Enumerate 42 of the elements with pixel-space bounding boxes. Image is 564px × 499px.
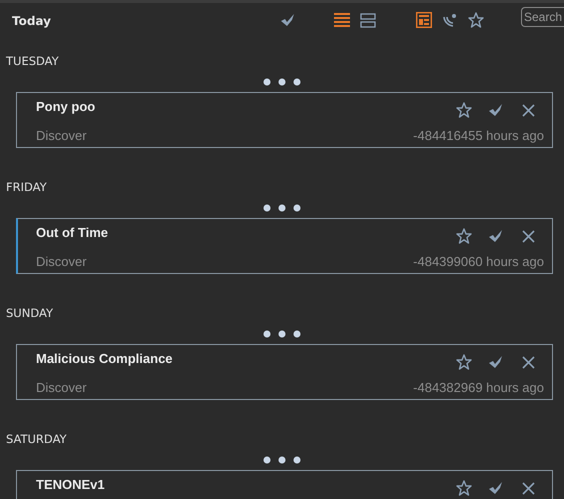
close-icon[interactable] [522, 104, 534, 116]
entry-age: -484399060 hours ago [413, 254, 544, 269]
entry-card[interactable]: Pony poo Discover -484416455 hours ago [16, 92, 553, 148]
close-icon[interactable] [522, 356, 534, 368]
day-heading: SUNDAY [6, 306, 53, 320]
more-icon[interactable] [263, 78, 301, 86]
entry-card[interactable]: TENONEv1 [16, 470, 553, 499]
list-view-icon[interactable] [334, 12, 350, 28]
entry-source: Discover [36, 380, 87, 395]
entry-title[interactable]: Pony poo [36, 99, 96, 115]
entry-card[interactable]: Out of Time Discover -484399060 hours ago [16, 218, 553, 274]
entry-title[interactable]: TENONEv1 [36, 477, 105, 493]
day-heading: SATURDAY [6, 432, 67, 446]
check-icon[interactable] [488, 355, 504, 369]
day-heading: FRIDAY [6, 180, 47, 194]
check-icon[interactable] [280, 13, 296, 27]
entry-card[interactable]: Malicious Compliance Discover -484382969 hours ago [16, 344, 553, 400]
search-field[interactable]: Search [521, 7, 564, 27]
entry-age: -484416455 hours ago [413, 128, 544, 143]
star-icon[interactable] [456, 480, 472, 496]
more-icon[interactable] [263, 330, 301, 338]
entry-title[interactable]: Malicious Compliance [36, 351, 173, 367]
more-icon[interactable] [263, 456, 301, 464]
split-view-icon[interactable] [360, 12, 376, 28]
star-icon[interactable] [456, 228, 472, 244]
star-icon[interactable] [456, 102, 472, 118]
star-icon[interactable] [456, 354, 472, 370]
view-title: Today [12, 14, 51, 28]
entry-source: Discover [36, 254, 87, 269]
close-icon[interactable] [522, 230, 534, 242]
star-icon[interactable] [468, 12, 484, 28]
entry-source: Discover [36, 128, 87, 143]
day-heading: TUESDAY [6, 54, 59, 68]
more-icon[interactable] [263, 204, 301, 212]
entry-title[interactable]: Out of Time [36, 225, 108, 241]
check-icon[interactable] [488, 229, 504, 243]
entry-age: -484382969 hours ago [413, 380, 544, 395]
layout-icon[interactable] [416, 12, 432, 28]
feed-icon[interactable] [442, 12, 458, 28]
close-icon[interactable] [522, 482, 534, 494]
check-icon[interactable] [488, 103, 504, 117]
check-icon[interactable] [488, 481, 504, 495]
